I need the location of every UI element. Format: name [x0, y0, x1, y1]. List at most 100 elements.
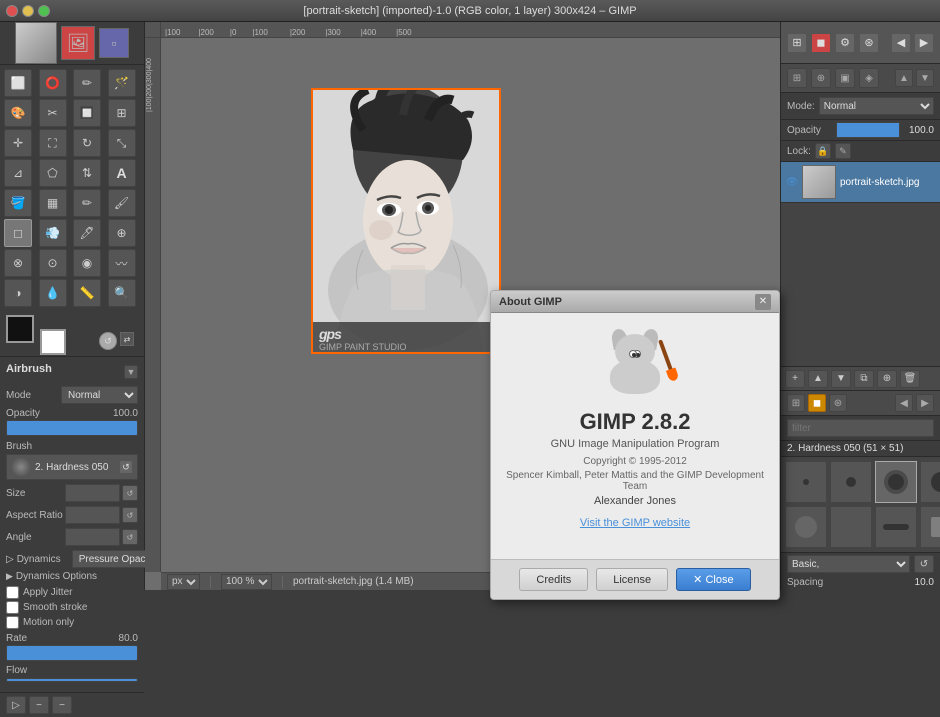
tool-flip[interactable]: ⇅: [73, 159, 101, 187]
tool-pencil[interactable]: ✏: [73, 189, 101, 217]
mode-select[interactable]: Normal: [61, 386, 138, 404]
tool-scissors[interactable]: ✂: [39, 99, 67, 127]
tool-clone[interactable]: ⊕: [108, 219, 136, 247]
brushes-icon-1[interactable]: ⊞: [787, 394, 805, 412]
rate-slider[interactable]: [6, 645, 138, 661]
brush-item-5[interactable]: [785, 506, 827, 548]
tool-rect-select[interactable]: ⬜: [4, 69, 32, 97]
angle-input[interactable]: 0.00: [65, 528, 120, 546]
tool-paintbrush[interactable]: 🖌: [108, 189, 136, 217]
layers-icon-2[interactable]: ⊕: [811, 68, 831, 88]
zoom-select[interactable]: 100 %: [221, 574, 272, 590]
layer-visibility-icon[interactable]: 👁: [785, 175, 799, 189]
about-close-button[interactable]: ✕ Close: [676, 568, 750, 591]
brush-preview[interactable]: 2. Hardness 050 ↺: [6, 454, 138, 480]
layer-duplicate-button[interactable]: ⧉: [854, 370, 874, 388]
tool-dodge-burn[interactable]: ◑: [4, 279, 32, 307]
lock-alpha-icon[interactable]: 🔒: [815, 143, 831, 159]
tool-crop[interactable]: ⛶: [39, 129, 67, 157]
tool-restore-button[interactable]: −: [29, 696, 49, 714]
brush-item-3[interactable]: [875, 461, 917, 503]
unit-select[interactable]: px: [167, 574, 200, 590]
layers-icon-1[interactable]: ⊞: [787, 68, 807, 88]
tool-airbrush[interactable]: 💨: [39, 219, 67, 247]
foreground-color[interactable]: [6, 315, 34, 343]
tool-move[interactable]: ✛: [4, 129, 32, 157]
tool-blur-sharpen[interactable]: ◉: [73, 249, 101, 277]
layers-mode-select[interactable]: Normal: [819, 97, 934, 115]
smooth-stroke-checkbox[interactable]: [6, 601, 19, 614]
brush-item-2[interactable]: [830, 461, 872, 503]
tool-blend[interactable]: ▦: [39, 189, 67, 217]
tool-ellipse-select[interactable]: ⭕: [39, 69, 67, 97]
layers-nav-up[interactable]: ▲: [895, 69, 913, 87]
right-icon-4[interactable]: ⊛: [859, 33, 879, 53]
angle-reset[interactable]: ↺: [122, 529, 138, 545]
tool-zoom[interactable]: 🔍: [108, 279, 136, 307]
tool-thumb-1[interactable]: [15, 22, 57, 64]
about-credits-button[interactable]: Credits: [519, 568, 588, 591]
size-reset[interactable]: ↺: [122, 485, 138, 501]
reset-colors[interactable]: ↺: [99, 332, 117, 350]
right-icon-1[interactable]: ⊞: [787, 33, 807, 53]
layers-icon-4[interactable]: ◈: [859, 68, 879, 88]
tool-thumb-2[interactable]: 🖼: [61, 26, 95, 60]
maximize-button[interactable]: [38, 5, 50, 17]
about-website-link[interactable]: Visit the GIMP website: [503, 517, 767, 529]
background-color[interactable]: [40, 329, 66, 355]
brush-reset-icon[interactable]: ↺: [119, 460, 133, 474]
layer-new-button[interactable]: +: [785, 370, 805, 388]
tool-free-select[interactable]: ✏: [73, 69, 101, 97]
dynamics-options-title[interactable]: ▶ Dynamics Options: [6, 571, 138, 582]
opacity-slider[interactable]: [6, 420, 138, 436]
layer-anchor-button[interactable]: ⊕: [877, 370, 897, 388]
tool-thumb-3[interactable]: ▫: [99, 28, 129, 58]
about-license-button[interactable]: License: [596, 568, 668, 591]
tool-align[interactable]: ⊞: [108, 99, 136, 127]
swap-colors[interactable]: ⇄: [120, 332, 134, 346]
nav-right-icon[interactable]: ▶: [914, 33, 934, 53]
layer-raise-button[interactable]: ▲: [808, 370, 828, 388]
close-button[interactable]: [6, 5, 18, 17]
brush-item-4[interactable]: [920, 461, 940, 503]
tool-rotate[interactable]: ↻: [73, 129, 101, 157]
brushes-filter-input[interactable]: [787, 419, 934, 437]
layer-delete-button[interactable]: 🗑: [900, 370, 920, 388]
tool-eraser[interactable]: ◻: [4, 219, 32, 247]
brushes-nav-prev[interactable]: ◀: [895, 394, 913, 412]
size-input[interactable]: 20.00: [65, 484, 120, 502]
brush-item-6[interactable]: [830, 506, 872, 548]
brushes-icon-3[interactable]: ⊛: [829, 394, 847, 412]
tool-smudge[interactable]: 〰: [108, 249, 136, 277]
layer-item[interactable]: 👁 portrait-sketch.jpg: [781, 162, 940, 203]
brushes-category-select[interactable]: Basic,: [787, 555, 910, 573]
right-icon-2[interactable]: ◼: [811, 33, 831, 53]
brush-item-1[interactable]: [785, 461, 827, 503]
flow-slider[interactable]: [6, 678, 138, 682]
motion-only-checkbox[interactable]: [6, 616, 19, 629]
tool-fuzzy-select[interactable]: 🪄: [108, 69, 136, 97]
tool-bucket-fill[interactable]: 🪣: [4, 189, 32, 217]
brush-item-7[interactable]: [875, 506, 917, 548]
tool-text[interactable]: A: [108, 159, 136, 187]
tool-shear[interactable]: ⊿: [4, 159, 32, 187]
apply-jitter-checkbox[interactable]: [6, 586, 19, 599]
tool-heal[interactable]: ⊗: [4, 249, 32, 277]
aspect-input[interactable]: 0.00: [65, 506, 120, 524]
layers-opacity-slider[interactable]: [836, 122, 900, 138]
tool-options-button[interactable]: ▷: [6, 696, 26, 714]
brushes-refresh[interactable]: ↺: [914, 555, 934, 573]
right-icon-3[interactable]: ⚙: [835, 33, 855, 53]
about-dialog-close-icon[interactable]: ✕: [755, 294, 771, 310]
brush-item-8[interactable]: [920, 506, 940, 548]
tooloptions-menu[interactable]: ▼: [124, 365, 138, 379]
tool-color-picker[interactable]: 💧: [39, 279, 67, 307]
brushes-nav-next[interactable]: ▶: [916, 394, 934, 412]
tool-foreground-select[interactable]: 🔲: [73, 99, 101, 127]
layers-icon-3[interactable]: ▣: [835, 68, 855, 88]
layers-nav-down[interactable]: ▼: [916, 69, 934, 87]
aspect-reset[interactable]: ↺: [122, 507, 138, 523]
brushes-icon-2[interactable]: ◼: [808, 394, 826, 412]
tool-select-by-color[interactable]: 🎨: [4, 99, 32, 127]
tool-scale[interactable]: ⤡: [108, 129, 136, 157]
